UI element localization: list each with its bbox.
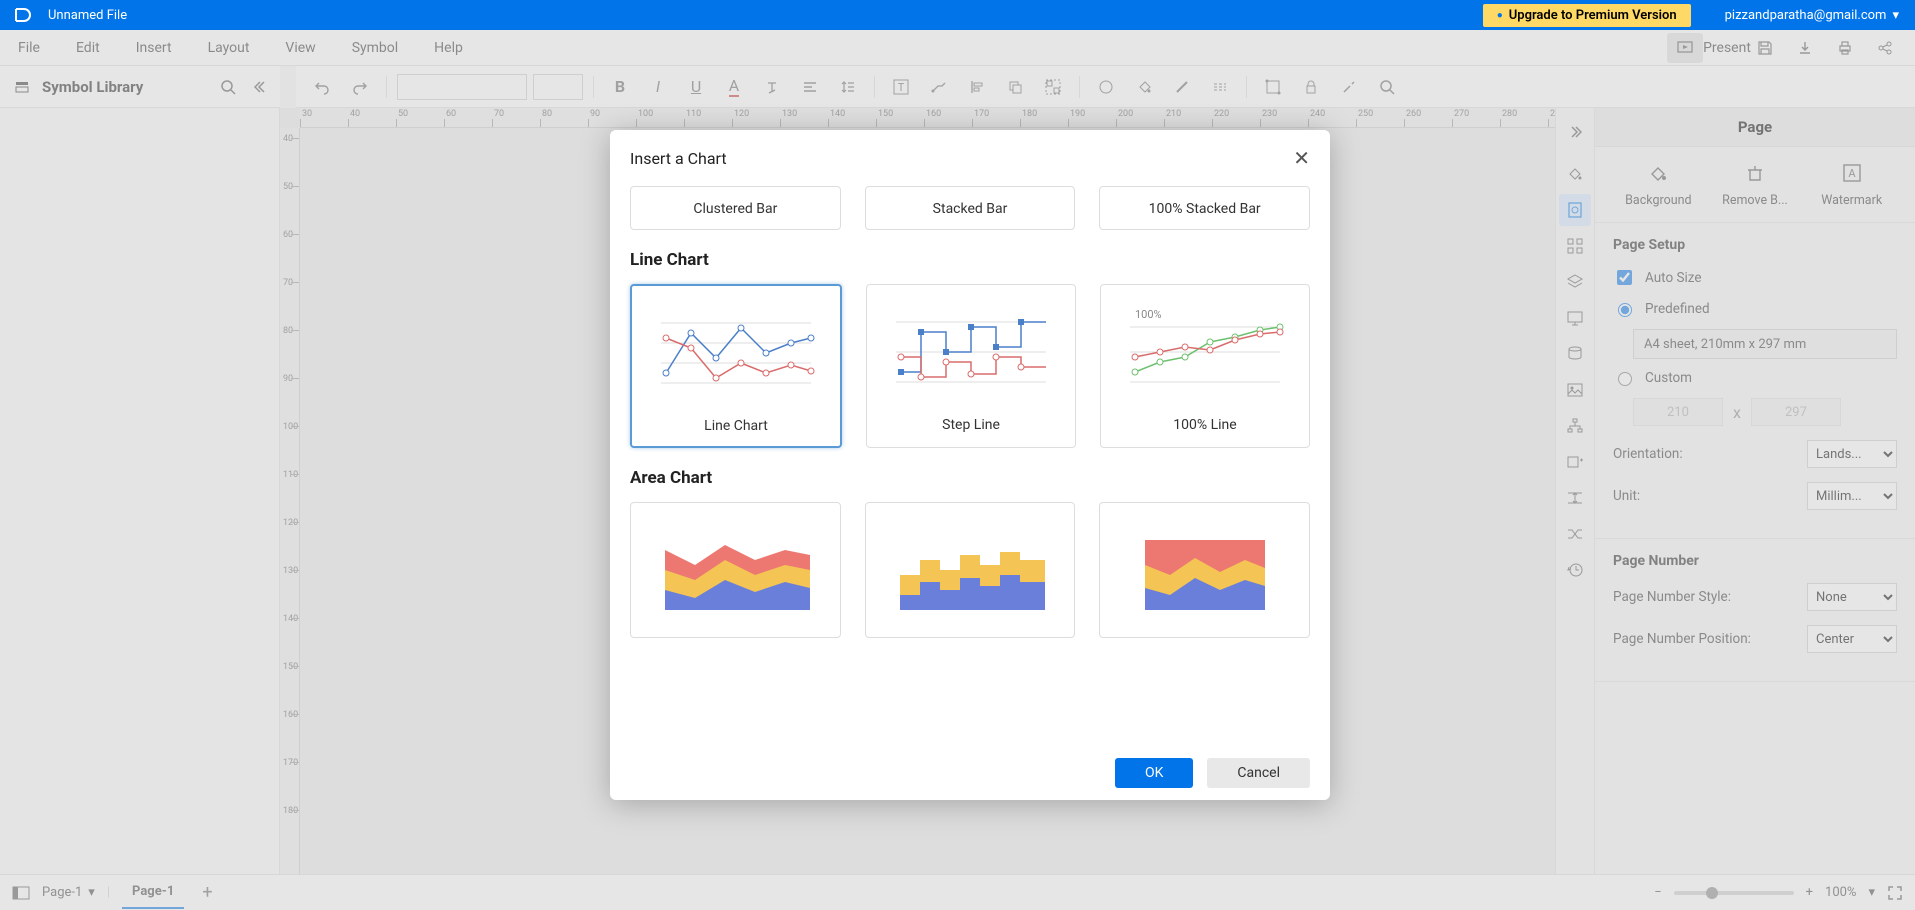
ok-button[interactable]: OK: [1115, 758, 1193, 788]
upgrade-button[interactable]: Upgrade to Premium Version: [1483, 4, 1691, 27]
chart-option-stacked-bar[interactable]: Stacked Bar: [865, 186, 1076, 230]
area-chart-section-title: Area Chart: [630, 468, 1310, 488]
user-menu[interactable]: pizzandparatha@gmail.com ▾: [1721, 8, 1903, 23]
chart-option-step-area[interactable]: [865, 502, 1076, 638]
svg-text:100%: 100%: [1135, 308, 1162, 321]
close-icon[interactable]: ✕: [1293, 146, 1310, 170]
chart-option-clustered-bar[interactable]: Clustered Bar: [630, 186, 841, 230]
app-logo-icon[interactable]: [12, 5, 32, 25]
chart-option-100-stacked-bar[interactable]: 100% Stacked Bar: [1099, 186, 1310, 230]
titlebar: Unnamed File Upgrade to Premium Version …: [0, 0, 1915, 30]
chart-option-step-line[interactable]: Step Line: [866, 284, 1076, 448]
chart-option-100-line[interactable]: 100% 100% Line: [1100, 284, 1310, 448]
line-chart-section-title: Line Chart: [630, 250, 1310, 270]
chart-option-area[interactable]: [630, 502, 841, 638]
file-name[interactable]: Unnamed File: [48, 8, 127, 23]
modal-title: Insert a Chart: [630, 149, 727, 168]
chart-option-line[interactable]: Line Chart: [630, 284, 842, 448]
chevron-down-icon: ▾: [1892, 8, 1899, 23]
insert-chart-modal: Insert a Chart ✕ Clustered Bar Stacked B…: [610, 130, 1330, 800]
cancel-button[interactable]: Cancel: [1207, 758, 1310, 788]
user-email: pizzandparatha@gmail.com: [1725, 8, 1887, 23]
chart-option-stacked-area[interactable]: [1099, 502, 1310, 638]
